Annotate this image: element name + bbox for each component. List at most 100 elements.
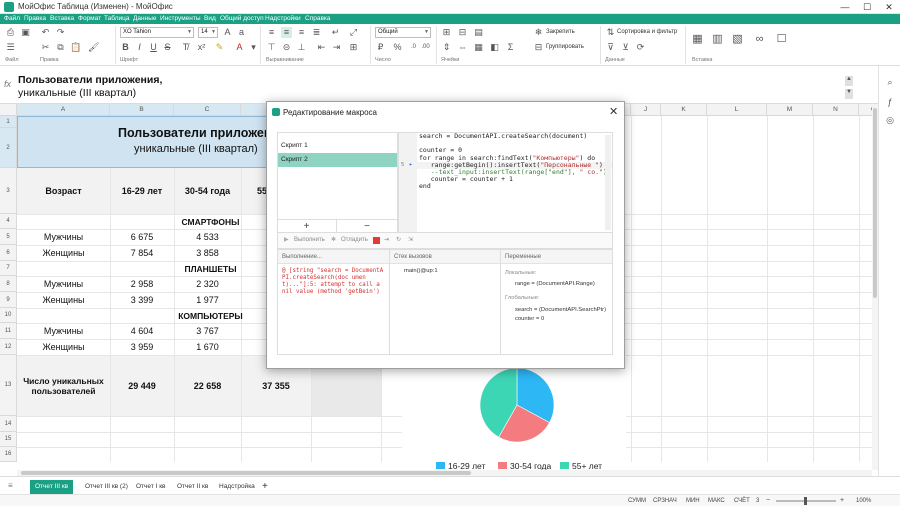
- font-name-select[interactable]: XO Tahion ▼: [120, 27, 194, 38]
- add-script-button[interactable]: +: [277, 220, 337, 233]
- font-grow-icon[interactable]: A: [222, 27, 233, 38]
- step-into-icon[interactable]: ↻: [396, 236, 401, 245]
- paste-icon[interactable]: 📋: [70, 42, 81, 53]
- cell-style-icon[interactable]: ▾: [248, 42, 259, 53]
- run-button[interactable]: Выполнить: [294, 236, 325, 245]
- new-icon[interactable]: ☰: [5, 42, 16, 53]
- total-value[interactable]: 22 658: [174, 355, 241, 416]
- row-header[interactable]: 12: [0, 339, 17, 355]
- copy-icon[interactable]: ⧉: [55, 42, 66, 53]
- filter-reapply-icon[interactable]: ⟳: [635, 42, 646, 53]
- global-variable[interactable]: search = (DocumentAPI.SearchPtr): [515, 307, 606, 314]
- script-item-selected[interactable]: Скрипт 2: [278, 153, 397, 167]
- run-icon[interactable]: ▶: [284, 236, 289, 245]
- data-cell[interactable]: 3 959: [110, 339, 174, 355]
- decimal-increase-icon[interactable]: .0: [408, 42, 419, 53]
- row-header[interactable]: 7: [0, 261, 17, 276]
- filter-clear-icon[interactable]: ⊻: [620, 42, 631, 53]
- decimal-decrease-icon[interactable]: .00: [420, 42, 431, 53]
- clear-format-icon[interactable]: T̸: [180, 42, 191, 53]
- row-label-men[interactable]: Мужчины: [17, 323, 110, 339]
- rotate-text-icon[interactable]: ⤢: [348, 27, 359, 38]
- column-header[interactable]: J: [631, 104, 661, 116]
- row-header[interactable]: 8: [0, 276, 17, 292]
- vertical-scroll-thumb[interactable]: [873, 108, 877, 298]
- header-group-2[interactable]: 30-54 года: [174, 168, 241, 214]
- breakpoint-marker-icon[interactable]: ▸: [409, 161, 413, 168]
- vertical-scrollbar[interactable]: [872, 104, 878, 470]
- freeze-icon[interactable]: ❄: [533, 27, 544, 38]
- column-header[interactable]: N: [813, 104, 859, 116]
- delete-cells-icon[interactable]: ⊟: [457, 27, 468, 38]
- print-icon[interactable]: ⎙: [5, 27, 16, 38]
- highlight-color-icon[interactable]: ✎: [214, 42, 225, 53]
- local-variable[interactable]: range = (DocumentAPI.Range): [515, 281, 595, 288]
- column-header[interactable]: L: [707, 104, 767, 116]
- data-cell[interactable]: 3 767: [174, 323, 241, 339]
- undo-icon[interactable]: ↶: [40, 27, 51, 38]
- row-header[interactable]: 13: [0, 355, 17, 416]
- sheet-tab[interactable]: Отчет III кв (2): [80, 480, 133, 494]
- borders-icon[interactable]: ▦: [473, 42, 484, 53]
- indent-increase-icon[interactable]: ⇥: [331, 42, 342, 53]
- row-header[interactable]: 16: [0, 447, 17, 462]
- sort-filter-button[interactable]: Сортировка и фильтр: [617, 27, 677, 38]
- data-cell[interactable]: 3 399: [110, 292, 174, 308]
- data-cell[interactable]: 7 854: [110, 245, 174, 261]
- sheet-tab[interactable]: Отчет II кв: [172, 480, 213, 494]
- horizontal-scroll-thumb[interactable]: [21, 471, 471, 475]
- data-cell[interactable]: 4 533: [174, 229, 241, 245]
- zoom-out-icon[interactable]: −: [766, 496, 770, 506]
- row-header[interactable]: 4: [0, 214, 17, 229]
- data-cell[interactable]: 6 675: [110, 229, 174, 245]
- align-right-icon[interactable]: ≡: [296, 27, 307, 38]
- code-editor[interactable]: 5 ▸ search = DocumentAPI.createSearch(do…: [398, 132, 613, 233]
- cell-format-icon[interactable]: ▤: [473, 27, 484, 38]
- menu-view[interactable]: Вид: [204, 14, 216, 24]
- add-sheet-button[interactable]: +: [257, 480, 273, 494]
- menu-edit[interactable]: Правка: [24, 14, 46, 24]
- dialog-close-button[interactable]: ✕: [609, 105, 618, 118]
- align-center-icon[interactable]: ≡: [281, 27, 292, 38]
- row-header[interactable]: 14: [0, 416, 17, 432]
- zoom-in-icon[interactable]: +: [840, 496, 844, 506]
- row-label-men[interactable]: Мужчины: [17, 276, 110, 292]
- call-stack-entry[interactable]: main()@up:1: [404, 268, 438, 275]
- data-cell[interactable]: 3 858: [174, 245, 241, 261]
- font-size-select[interactable]: 14 ▼: [198, 27, 218, 38]
- global-variable[interactable]: counter = 0: [515, 316, 544, 323]
- maximize-button[interactable]: ☐: [856, 0, 878, 14]
- autosum-icon[interactable]: Σ: [505, 42, 516, 53]
- zoom-level[interactable]: 100%: [856, 496, 871, 506]
- row-header[interactable]: 9: [0, 292, 17, 308]
- row-label-women[interactable]: Женщины: [17, 339, 110, 355]
- underline-icon[interactable]: U: [148, 42, 159, 53]
- freeze-button[interactable]: Закрепить: [546, 27, 575, 38]
- column-header[interactable]: M: [767, 104, 813, 116]
- script-item[interactable]: Скрипт 1: [278, 139, 397, 153]
- step-over-icon[interactable]: ⇥: [384, 236, 389, 245]
- remove-script-button[interactable]: −: [337, 220, 397, 233]
- search-icon[interactable]: ⌕: [884, 76, 896, 88]
- merge-cells-icon[interactable]: ⊞: [348, 42, 359, 53]
- select-all-corner[interactable]: [0, 104, 17, 116]
- row-header[interactable]: 10: [0, 308, 17, 323]
- step-out-icon[interactable]: ⇲: [408, 236, 413, 245]
- debug-icon[interactable]: ✱: [331, 236, 336, 245]
- column-header[interactable]: O: [859, 104, 872, 116]
- redo-icon[interactable]: ↷: [55, 27, 66, 38]
- sort-filter-icon[interactable]: ⇅: [605, 27, 616, 38]
- align-justify-icon[interactable]: ≣: [311, 27, 322, 38]
- zoom-slider[interactable]: [776, 497, 836, 505]
- debug-button[interactable]: Отладить: [341, 236, 368, 245]
- cut-icon[interactable]: ✂: [40, 42, 51, 53]
- row-header[interactable]: 2: [0, 128, 17, 168]
- menu-tools[interactable]: Инструменты: [160, 14, 201, 24]
- total-value[interactable]: 29 449: [110, 355, 174, 416]
- align-left-icon[interactable]: ≡: [266, 27, 277, 38]
- valign-top-icon[interactable]: ⊤: [266, 42, 277, 53]
- data-cell[interactable]: 1 670: [174, 339, 241, 355]
- row-header[interactable]: 15: [0, 432, 17, 447]
- row-header[interactable]: 6: [0, 245, 17, 261]
- sheet-tab-active[interactable]: Отчет III кв: [30, 480, 74, 494]
